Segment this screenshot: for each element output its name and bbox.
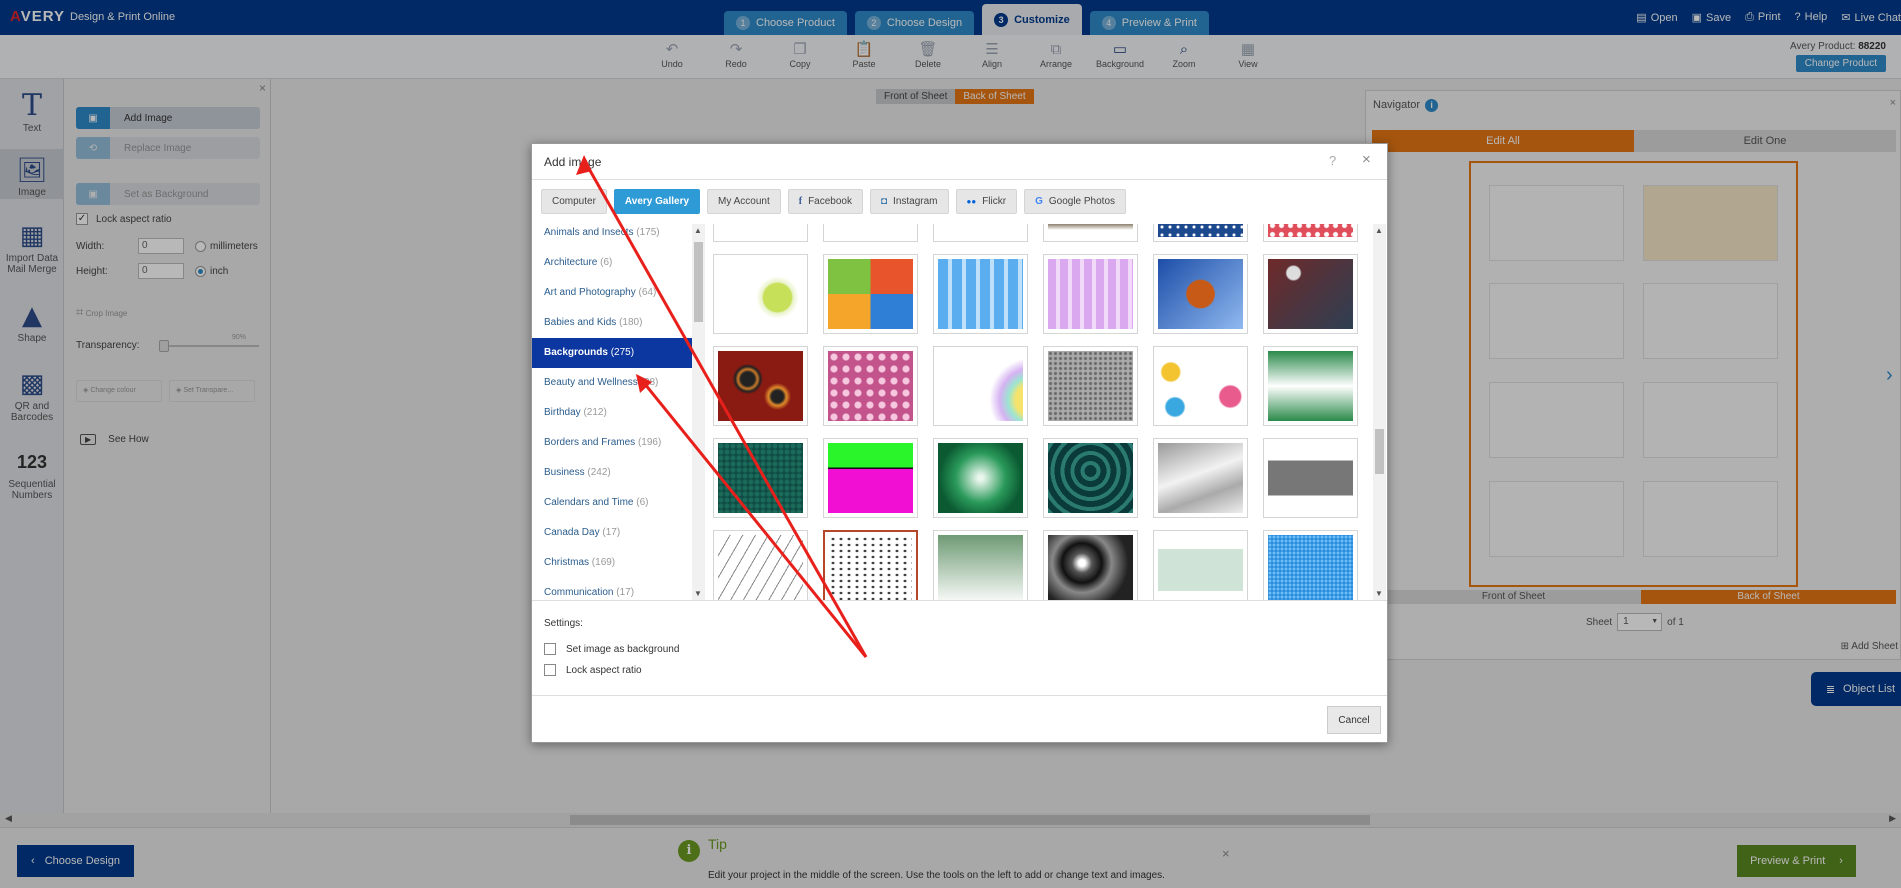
category-item[interactable]: Canada Day (17) xyxy=(532,518,692,548)
category-item[interactable]: Architecture (6) xyxy=(532,248,692,278)
gallery-thumbnail[interactable] xyxy=(1043,530,1138,600)
category-list: Animals and Insects (175) Architecture (… xyxy=(532,224,692,600)
divider xyxy=(532,695,1387,696)
scrollbar-thumb[interactable] xyxy=(694,242,703,322)
source-tab-my-account[interactable]: My Account xyxy=(707,189,781,214)
gallery-thumbnail[interactable] xyxy=(1263,530,1358,600)
gallery-thumbnail[interactable] xyxy=(933,254,1028,334)
gallery-thumbnail[interactable] xyxy=(1263,438,1358,518)
flickr-icon: ●● xyxy=(966,197,977,206)
dialog-title: Add image xyxy=(544,155,602,169)
gallery-thumbnail[interactable] xyxy=(933,438,1028,518)
category-item[interactable]: Calendars and Time (6) xyxy=(532,488,692,518)
image-gallery xyxy=(713,224,1373,600)
gallery-thumbnail[interactable] xyxy=(1153,254,1248,334)
gallery-thumbnail[interactable] xyxy=(1263,346,1358,426)
gallery-thumbnail[interactable] xyxy=(823,224,918,242)
scroll-up-icon[interactable]: ▲ xyxy=(694,226,702,235)
source-tab-avery-gallery[interactable]: Avery Gallery xyxy=(613,189,701,214)
gallery-thumbnail[interactable] xyxy=(1043,438,1138,518)
lock-aspect-option[interactable]: Lock aspect ratio xyxy=(544,664,642,676)
gallery-thumbnail[interactable] xyxy=(1153,530,1248,600)
category-item-selected[interactable]: Backgrounds (275) xyxy=(532,338,692,368)
source-tab-computer[interactable]: Computer xyxy=(541,189,607,214)
source-tab-facebook[interactable]: f Facebook xyxy=(787,189,863,214)
cancel-button[interactable]: Cancel xyxy=(1327,706,1381,734)
gallery-thumbnail[interactable] xyxy=(713,254,808,334)
category-item[interactable]: Birthday (212) xyxy=(532,398,692,428)
category-item[interactable]: Christmas (169) xyxy=(532,548,692,578)
settings-label: Settings: xyxy=(544,618,583,629)
gallery-thumbnail[interactable] xyxy=(933,346,1028,426)
scroll-up-icon[interactable]: ▲ xyxy=(1375,226,1383,235)
gallery-thumbnail[interactable] xyxy=(1043,254,1138,334)
add-image-dialog: Add image ? × Computer Avery Gallery My … xyxy=(531,143,1388,743)
source-tab-instagram[interactable]: ◘ Instagram xyxy=(870,189,949,214)
gallery-thumbnail[interactable] xyxy=(823,530,918,600)
category-item[interactable]: Communication (17) xyxy=(532,578,692,600)
scroll-down-icon[interactable]: ▼ xyxy=(694,589,702,598)
help-icon[interactable]: ? xyxy=(1329,153,1336,168)
scroll-down-icon[interactable]: ▼ xyxy=(1375,589,1383,598)
gallery-thumbnail[interactable] xyxy=(933,224,1028,242)
gallery-scrollbar[interactable]: ▲ ▼ xyxy=(1373,224,1386,600)
lock-aspect-checkbox[interactable] xyxy=(544,664,556,676)
source-tab-google-photos[interactable]: G Google Photos xyxy=(1024,189,1127,214)
category-item[interactable]: Beauty and Wellness (28) xyxy=(532,368,692,398)
category-scrollbar[interactable]: ▲ ▼ xyxy=(692,224,705,600)
divider xyxy=(532,600,1387,601)
category-item[interactable]: Borders and Frames (196) xyxy=(532,428,692,458)
category-item[interactable]: Animals and Insects (175) xyxy=(532,224,692,248)
gallery-thumbnail[interactable] xyxy=(823,438,918,518)
gallery-thumbnail[interactable] xyxy=(933,530,1028,600)
set-background-checkbox[interactable] xyxy=(544,643,556,655)
divider xyxy=(532,179,1387,180)
source-tab-flickr[interactable]: ●● Flickr xyxy=(955,189,1018,214)
set-background-option[interactable]: Set image as background xyxy=(544,643,679,655)
gallery-thumbnail[interactable] xyxy=(713,438,808,518)
gallery-thumbnail[interactable] xyxy=(1263,224,1358,242)
category-item[interactable]: Babies and Kids (180) xyxy=(532,308,692,338)
category-item[interactable]: Art and Photography (64) xyxy=(532,278,692,308)
image-source-tabs: Computer Avery Gallery My Account f Faceb… xyxy=(541,189,1127,214)
gallery-thumbnail[interactable] xyxy=(1263,254,1358,334)
instagram-icon: ◘ xyxy=(881,196,888,207)
google-icon: G xyxy=(1035,196,1043,207)
gallery-thumbnail[interactable] xyxy=(713,530,808,600)
gallery-thumbnail[interactable] xyxy=(1153,224,1248,242)
gallery-thumbnail[interactable] xyxy=(1043,224,1138,242)
category-item[interactable]: Business (242) xyxy=(532,458,692,488)
gallery-thumbnail[interactable] xyxy=(1153,346,1248,426)
gallery-thumbnail[interactable] xyxy=(713,346,808,426)
gallery-thumbnail[interactable] xyxy=(1153,438,1248,518)
gallery-thumbnail[interactable] xyxy=(823,254,918,334)
close-icon[interactable]: × xyxy=(1362,151,1371,168)
facebook-icon: f xyxy=(798,196,803,207)
gallery-thumbnail[interactable] xyxy=(823,346,918,426)
gallery-thumbnail[interactable] xyxy=(713,224,808,242)
gallery-thumbnail[interactable] xyxy=(1043,346,1138,426)
scrollbar-thumb[interactable] xyxy=(1375,429,1384,474)
